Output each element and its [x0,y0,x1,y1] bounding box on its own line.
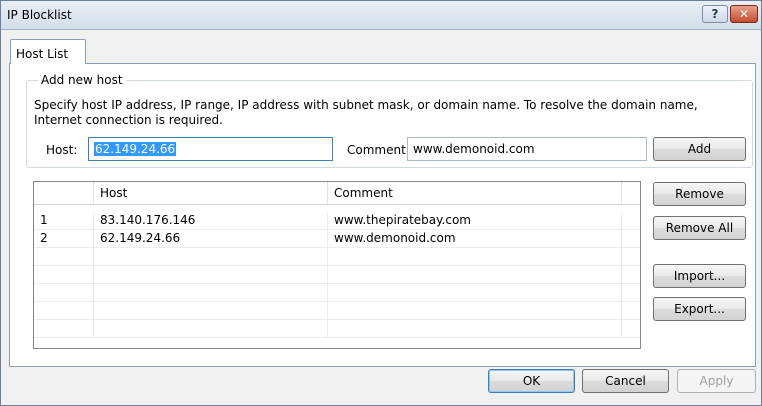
add-button[interactable]: Add [653,137,746,161]
column-header-filler [622,182,640,204]
empty-cell [94,302,328,320]
empty-cell [622,266,640,284]
title-bar[interactable]: IP Blocklist ? ✕ [1,1,761,30]
row-index: 1 [34,212,94,230]
row-host: 62.149.24.66 [94,230,328,248]
remove-all-button[interactable]: Remove All [653,216,746,240]
table-header: Host Comment [34,182,640,205]
column-header-host[interactable]: Host [94,182,328,204]
table-row[interactable]: 2 62.149.24.66 www.demonoid.com [34,230,640,248]
ok-button[interactable]: OK [488,369,575,393]
apply-button[interactable]: Apply [677,369,756,393]
empty-cell [34,266,94,284]
row-host: 83.140.176.146 [94,212,328,230]
empty-cell [622,284,640,302]
empty-cell [328,284,622,302]
empty-cell [328,302,622,320]
cancel-button[interactable]: Cancel [582,369,669,393]
empty-cell [94,284,328,302]
add-host-description: Specify host IP address, IP range, IP ad… [34,98,698,127]
empty-cell [94,320,328,338]
tab-host-list[interactable]: Host List [10,39,86,64]
row-comment: www.demonoid.com [328,230,622,248]
comment-label: Comment: [347,143,410,157]
table-row-empty [34,266,640,284]
remove-button[interactable]: Remove [653,182,746,206]
empty-cell [94,248,328,266]
import-button[interactable]: Import... [653,264,746,288]
empty-cell [34,302,94,320]
row-index: 2 [34,230,94,248]
empty-cell [34,284,94,302]
empty-cell [94,266,328,284]
export-button[interactable]: Export... [653,297,746,321]
add-host-legend: Add new host [38,73,126,87]
empty-cell [328,266,622,284]
ip-blocklist-dialog: IP Blocklist ? ✕ Host List Add new host … [0,0,762,406]
empty-cell [34,248,94,266]
empty-cell [622,302,640,320]
help-icon[interactable]: ? [702,5,728,23]
empty-cell [622,320,640,338]
comment-input[interactable]: www.demonoid.com [407,137,647,161]
host-table[interactable]: Host Comment 1 83.140.176.146 www.thepir… [33,181,641,349]
table-row-empty [34,302,640,320]
divider [1,367,761,368]
row-filler [622,212,640,230]
row-comment: www.thepiratebay.com [328,212,622,230]
host-input-value: 62.149.24.66 [94,142,177,156]
table-row-empty [34,320,640,338]
row-filler [622,230,640,248]
host-input[interactable]: 62.149.24.66 [88,137,333,161]
empty-cell [34,320,94,338]
column-header-comment[interactable]: Comment [328,182,622,204]
empty-cell [328,248,622,266]
empty-cell [622,248,640,266]
table-row-empty [34,284,640,302]
close-icon[interactable]: ✕ [730,5,758,23]
window-title: IP Blocklist [7,8,72,22]
column-header-index[interactable] [34,182,94,204]
empty-cell [328,320,622,338]
table-row[interactable]: 1 83.140.176.146 www.thepiratebay.com [34,212,640,230]
table-row-empty [34,248,640,266]
host-label: Host: [46,143,78,157]
comment-input-value: www.demonoid.com [413,142,535,156]
